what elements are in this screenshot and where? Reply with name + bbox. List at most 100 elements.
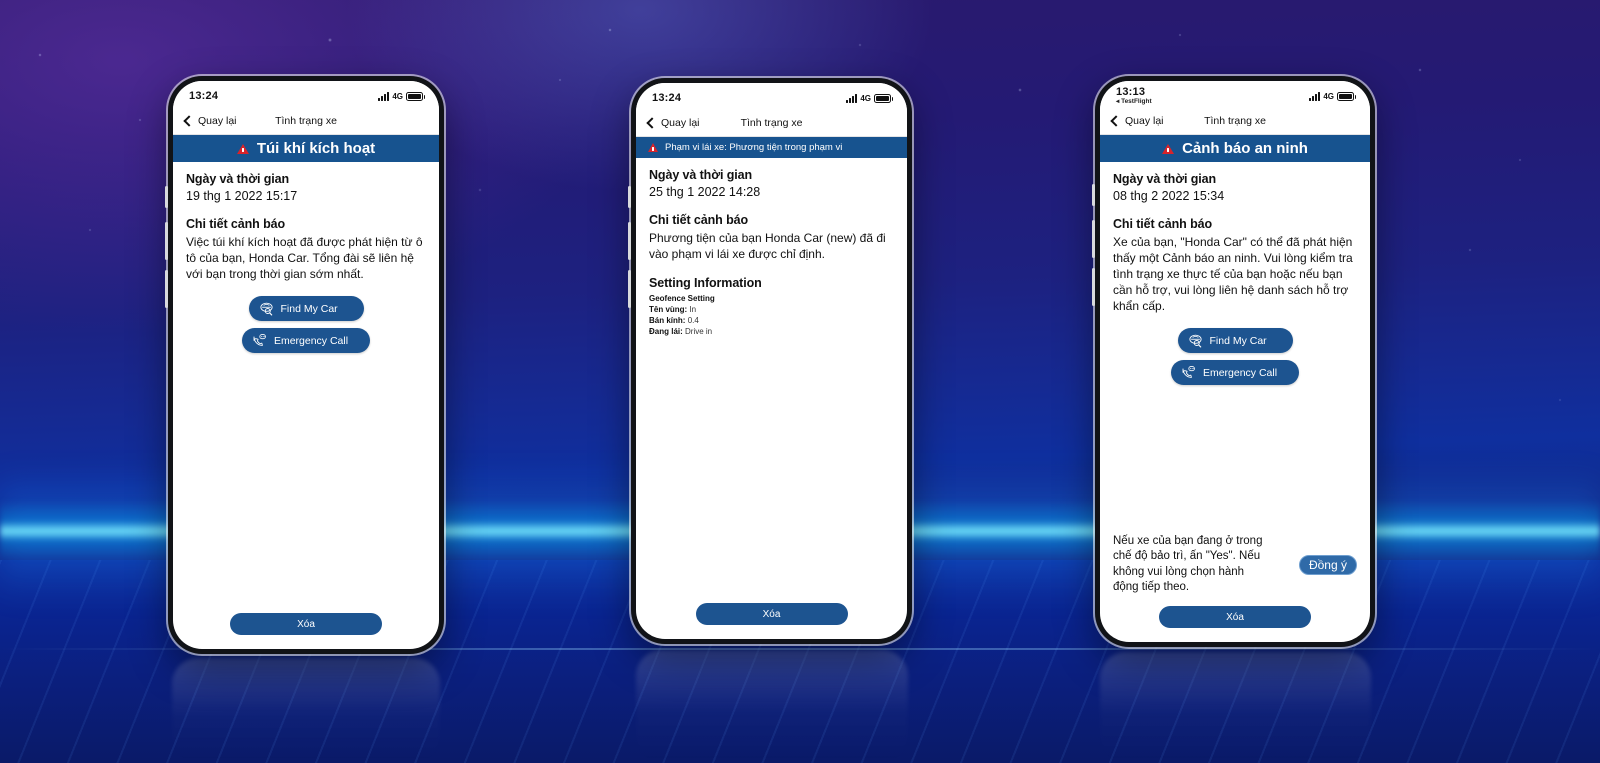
status-time: 13:24 [189,89,219,102]
find-my-car-label: Find My Car [1209,334,1267,347]
maintenance-consent-block: Nếu xe của bạn đang ở trong chế độ bảo t… [1113,534,1357,596]
alert-banner: Phạm vi lái xe: Phương tiện trong phạm v… [636,137,907,158]
battery-icon [874,93,893,103]
datetime-value: 25 thg 1 2022 14:28 [649,185,761,199]
alert-content: Ngày và thời gian 19 thg 1 2022 15:17 Ch… [173,162,439,613]
battery-icon [406,91,425,101]
page-title: Tình trạng xe [275,114,337,127]
back-label: Quay lại [1125,114,1164,127]
signal-bars-icon [378,91,390,101]
datetime-value: 08 thg 2 2022 15:34 [1113,189,1225,203]
alert-content: Ngày và thời gian 25 thg 1 2022 14:28 Ch… [636,158,907,603]
chevron-left-icon [646,116,658,129]
phone-screen: 13:24 4G Quay lại Tình trạng xe Phạm vi … [636,83,907,639]
back-button[interactable]: Quay lại [183,114,237,127]
phone-message-icon [253,334,266,347]
alert-content: Ngày và thời gian 08 thg 2 2022 15:34 Ch… [1100,162,1370,606]
phone-mockup-airbag: 13:24 4G Quay lại Tình trạng xe Túi khí … [165,76,444,654]
setting-row: Tên vùng: In [649,305,894,314]
status-bar: 13:13 ◂ TestFlight 4G [1100,81,1370,107]
setting-row: Bán kính: 0.4 [649,316,894,325]
testflight-indicator: ◂ TestFlight [1116,97,1152,105]
detail-label: Chi tiết cảnh báo [1113,217,1213,231]
page-title: Tình trạng xe [740,116,803,129]
signal-bars-icon [1309,91,1321,101]
action-buttons: Find My Car Emergency Call [1113,328,1357,386]
find-my-car-button[interactable]: Find My Car [1177,328,1293,354]
phone-reflection [172,658,440,763]
network-label: 4G [392,91,403,101]
delete-button[interactable]: Xóa [1159,606,1311,628]
nav-bar: Quay lại Tình trạng xe [173,107,439,135]
testflight-label: TestFlight [1121,97,1152,105]
agree-button[interactable]: Đồng ý [1298,554,1357,575]
phone-reflection [636,650,908,763]
delete-button[interactable]: Xóa [695,603,848,625]
phone-screen: 13:24 4G Quay lại Tình trạng xe Túi khí … [173,81,439,649]
chevron-left-icon [1110,114,1122,127]
background-scene: 13:24 4G Quay lại Tình trạng xe Túi khí … [0,0,1600,763]
emergency-call-label: Emergency Call [1202,366,1278,379]
setting-label: Đang lái: [649,327,683,337]
setting-label: Tên vùng: [649,305,688,315]
nav-bar: Quay lại Tình trạng xe [636,109,907,137]
detail-text: Phương tiện của bạn Honda Car (new) đã đ… [649,231,886,262]
datetime-label: Ngày và thời gian [649,168,753,182]
emergency-call-button[interactable]: Emergency Call [241,328,371,354]
signal-bars-icon [846,93,858,103]
network-label: 4G [860,93,871,103]
warning-triangle-icon [648,143,658,152]
phone-message-icon [1182,366,1195,379]
alert-banner: Cảnh báo an ninh [1100,135,1370,162]
emergency-call-button[interactable]: Emergency Call [1170,360,1300,386]
detail-label: Chi tiết cảnh báo [649,213,749,227]
status-bar: 13:24 4G [173,81,439,107]
delete-button-wrap: Xóa [636,603,907,639]
alert-banner-title: Cảnh báo an ninh [1182,140,1308,157]
chevron-left-icon [183,114,195,127]
setting-value: Drive in [685,327,713,337]
delete-button-wrap: Xóa [173,613,439,649]
phone-mockup-geofence: 13:24 4G Quay lại Tình trạng xe Phạm vi … [628,78,912,644]
alert-banner-title: Túi khí kích hoạt [256,140,376,157]
phone-reflection [1100,652,1371,763]
car-magnifier-icon [259,302,273,316]
delete-button-wrap: Xóa [1100,606,1370,642]
back-button[interactable]: Quay lại [646,116,700,129]
emergency-call-label: Emergency Call [273,334,349,347]
find-my-car-button[interactable]: Find My Car [248,296,364,322]
warning-triangle-icon [1162,143,1175,154]
setting-row: Đang lái: Drive in [649,327,894,336]
datetime-value: 19 thg 1 2022 15:17 [186,189,298,203]
find-my-car-label: Find My Car [280,302,338,315]
back-label: Quay lại [198,114,237,127]
phone-screen: 13:13 ◂ TestFlight 4G Quay lại Tình trạn… [1100,81,1370,642]
setting-information-title: Setting Information [649,276,762,291]
back-button[interactable]: Quay lại [1110,114,1164,127]
detail-text: Việc túi khí kích hoạt đã được phát hiện… [186,235,423,282]
detail-text: Xe của bạn, "Honda Car" có thể đã phát h… [1113,235,1353,314]
alert-banner: Túi khí kích hoạt [173,135,439,162]
warning-triangle-icon [236,143,249,154]
back-label: Quay lại [661,116,700,129]
geofence-setting-label: Geofence Setting [649,294,715,304]
detail-label: Chi tiết cảnh báo [186,217,286,231]
status-time: 13:24 [652,91,682,104]
car-magnifier-icon [1188,335,1202,348]
status-time: 13:13 [1116,85,1146,98]
delete-button[interactable]: Xóa [230,613,382,635]
nav-bar: Quay lại Tình trạng xe [1100,107,1370,135]
battery-icon [1337,91,1356,101]
consent-text: Nếu xe của bạn đang ở trong chế độ bảo t… [1113,534,1263,594]
datetime-label: Ngày và thời gian [1113,172,1217,186]
setting-value: 0.4 [687,316,699,326]
status-bar: 13:24 4G [636,83,907,109]
setting-label: Bán kính: [649,316,686,326]
phone-mockup-security-alert: 13:13 ◂ TestFlight 4G Quay lại Tình trạn… [1092,76,1375,647]
datetime-label: Ngày và thời gian [186,172,290,186]
setting-value: In [689,305,697,315]
action-buttons: Find My Car Emergency Call [186,296,426,354]
network-label: 4G [1323,91,1334,101]
page-title: Tình trạng xe [1204,114,1266,127]
alert-banner-title: Phạm vi lái xe: Phương tiện trong phạm v… [665,142,843,153]
